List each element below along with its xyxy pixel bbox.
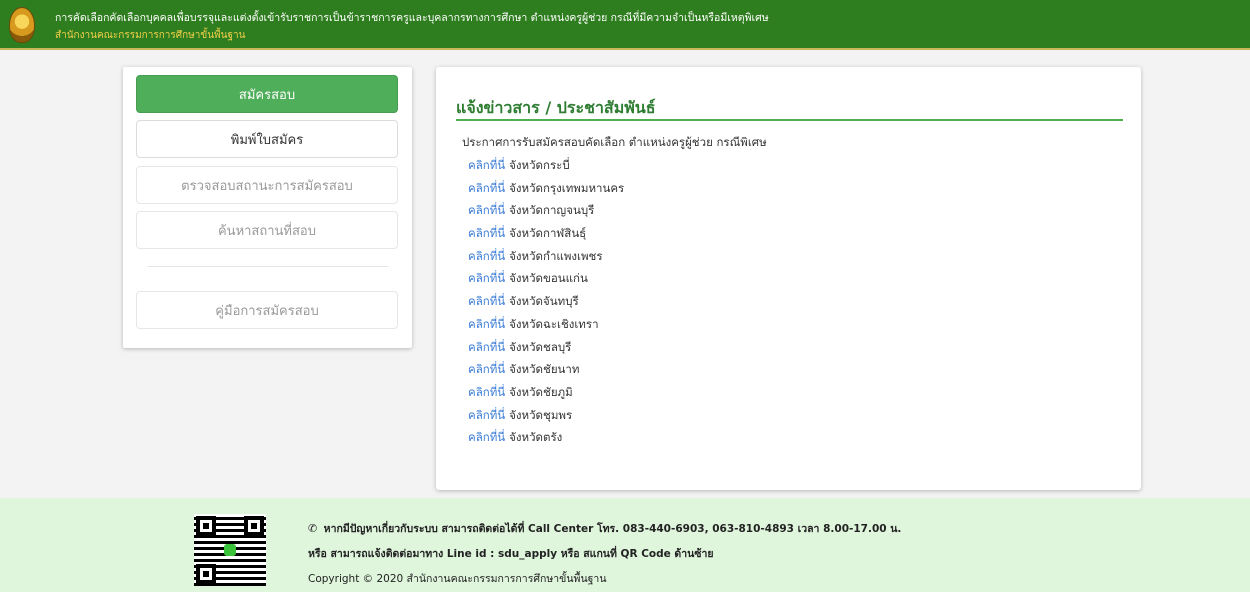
click-here-link[interactable]: คลิกที่นี่ [468,203,505,217]
list-item: คลิกที่นี่ จังหวัดชุมพร [468,404,624,427]
click-here-link[interactable]: คลิกที่นี่ [468,294,505,308]
check-status-button[interactable]: ตรวจสอบสถานะการสมัครสอบ [136,166,398,204]
list-item: คลิกที่นี่ จังหวัดกำแพงเพชร [468,245,624,268]
province-link-list: คลิกที่นี่ จังหวัดกระบี่ คลิกที่นี่ จังหวั… [468,154,624,449]
site-header: การคัดเลือกคัดเลือกบุคคลเพื่อบรรจุและแต่… [0,0,1250,50]
list-item: คลิกที่นี่ จังหวัดขอนแก่น [468,267,624,290]
click-here-link[interactable]: คลิกที่นี่ [468,362,505,376]
list-item: คลิกที่นี่ จังหวัดกรุงเทพมหานคร [468,177,624,200]
click-here-link[interactable]: คลิกที่นี่ [468,340,505,354]
news-heading-underline [456,119,1123,121]
province-name: จังหวัดจันทบุรี [509,294,579,309]
qr-finder-icon [244,516,264,536]
news-intro-text: ประกาศการรับสมัครสอบคัดเลือก ตำแหน่งครูผ… [462,135,767,149]
province-name: จังหวัดกาญจนบุรี [509,203,595,218]
list-item: คลิกที่นี่ จังหวัดตรัง [468,426,624,449]
site-subtitle: สำนักงานคณะกรรมการการศึกษาขั้นพื้นฐาน [55,30,246,41]
news-heading: แจ้งข่าวสาร / ประชาสัมพันธ์ [456,98,656,117]
news-panel: แจ้งข่าวสาร / ประชาสัมพันธ์ ประกาศการรับ… [436,67,1141,490]
qr-finder-icon [196,516,216,536]
find-exam-location-button[interactable]: ค้นหาสถานที่สอบ [136,211,398,249]
list-item: คลิกที่นี่ จังหวัดชัยภูมิ [468,381,624,404]
phone-icon: ✆ [308,522,318,535]
site-footer: ✆ หากมีปัญหาเกี่ยวกับระบบ สามารถติดต่อได… [0,498,1250,592]
click-here-link[interactable]: คลิกที่นี่ [468,385,505,399]
click-here-link[interactable]: คลิกที่นี่ [468,249,505,263]
list-item: คลิกที่นี่ จังหวัดกาญจนบุรี [468,199,624,222]
list-item: คลิกที่นี่ จังหวัดจันทบุรี [468,290,624,313]
list-item: คลิกที่นี่ จังหวัดกาฬสินธุ์ [468,222,624,245]
list-item: คลิกที่นี่ จังหวัดกระบี่ [468,154,624,177]
click-here-link[interactable]: คลิกที่นี่ [468,271,505,285]
province-name: จังหวัดตรัง [509,430,563,445]
site-title: การคัดเลือกคัดเลือกบุคคลเพื่อบรรจุและแต่… [55,12,769,24]
click-here-link[interactable]: คลิกที่นี่ [468,408,505,422]
click-here-link[interactable]: คลิกที่นี่ [468,226,505,240]
province-name: จังหวัดกาฬสินธุ์ [509,226,587,241]
province-name: จังหวัดกรุงเทพมหานคร [509,180,625,195]
province-name: จังหวัดกระบี่ [509,158,570,172]
click-here-link[interactable]: คลิกที่นี่ [468,181,505,195]
line-qr-code-icon [194,514,266,586]
list-item: คลิกที่นี่ จังหวัดฉะเชิงเทรา [468,313,624,336]
list-item: คลิกที่นี่ จังหวัดชัยนาท [468,358,624,381]
qr-finder-icon [196,564,216,584]
apply-exam-button[interactable]: สมัครสอบ [136,75,398,113]
line-contact-text: หรือ สามารถแจ้งติดต่อมาทาง Line id : sdu… [308,548,714,560]
click-here-link[interactable]: คลิกที่นี่ [468,430,505,444]
copyright-text: Copyright © 2020 สำนักงานคณะกรรมการการศึ… [308,573,607,585]
exam-manual-button[interactable]: คู่มือการสมัครสอบ [136,291,398,329]
province-name: จังหวัดฉะเชิงเทรา [509,316,599,331]
menu-divider [148,266,388,267]
province-name: จังหวัดชลบุรี [509,339,572,354]
list-item: คลิกที่นี่ จังหวัดชลบุรี [468,336,624,359]
province-name: จังหวัดชัยภูมิ [509,384,573,399]
contact-text: หากมีปัญหาเกี่ยวกับระบบ สามารถติดต่อได้ท… [323,523,902,535]
province-name: จังหวัดขอนแก่น [509,271,588,286]
seal-logo-icon [9,7,35,43]
province-name: จังหวัดชัยนาท [509,362,580,377]
line-logo-icon [224,544,236,556]
side-menu-panel: สมัครสอบ พิมพ์ใบสมัคร ตรวจสอบสถานะการสมั… [123,67,412,348]
click-here-link[interactable]: คลิกที่นี่ [468,317,505,331]
province-name: จังหวัดกำแพงเพชร [509,248,603,263]
print-application-button[interactable]: พิมพ์ใบสมัคร [136,120,398,158]
province-name: จังหวัดชุมพร [509,407,573,422]
click-here-link[interactable]: คลิกที่นี่ [468,158,505,172]
contact-info: ✆ หากมีปัญหาเกี่ยวกับระบบ สามารถติดต่อได… [308,520,901,537]
